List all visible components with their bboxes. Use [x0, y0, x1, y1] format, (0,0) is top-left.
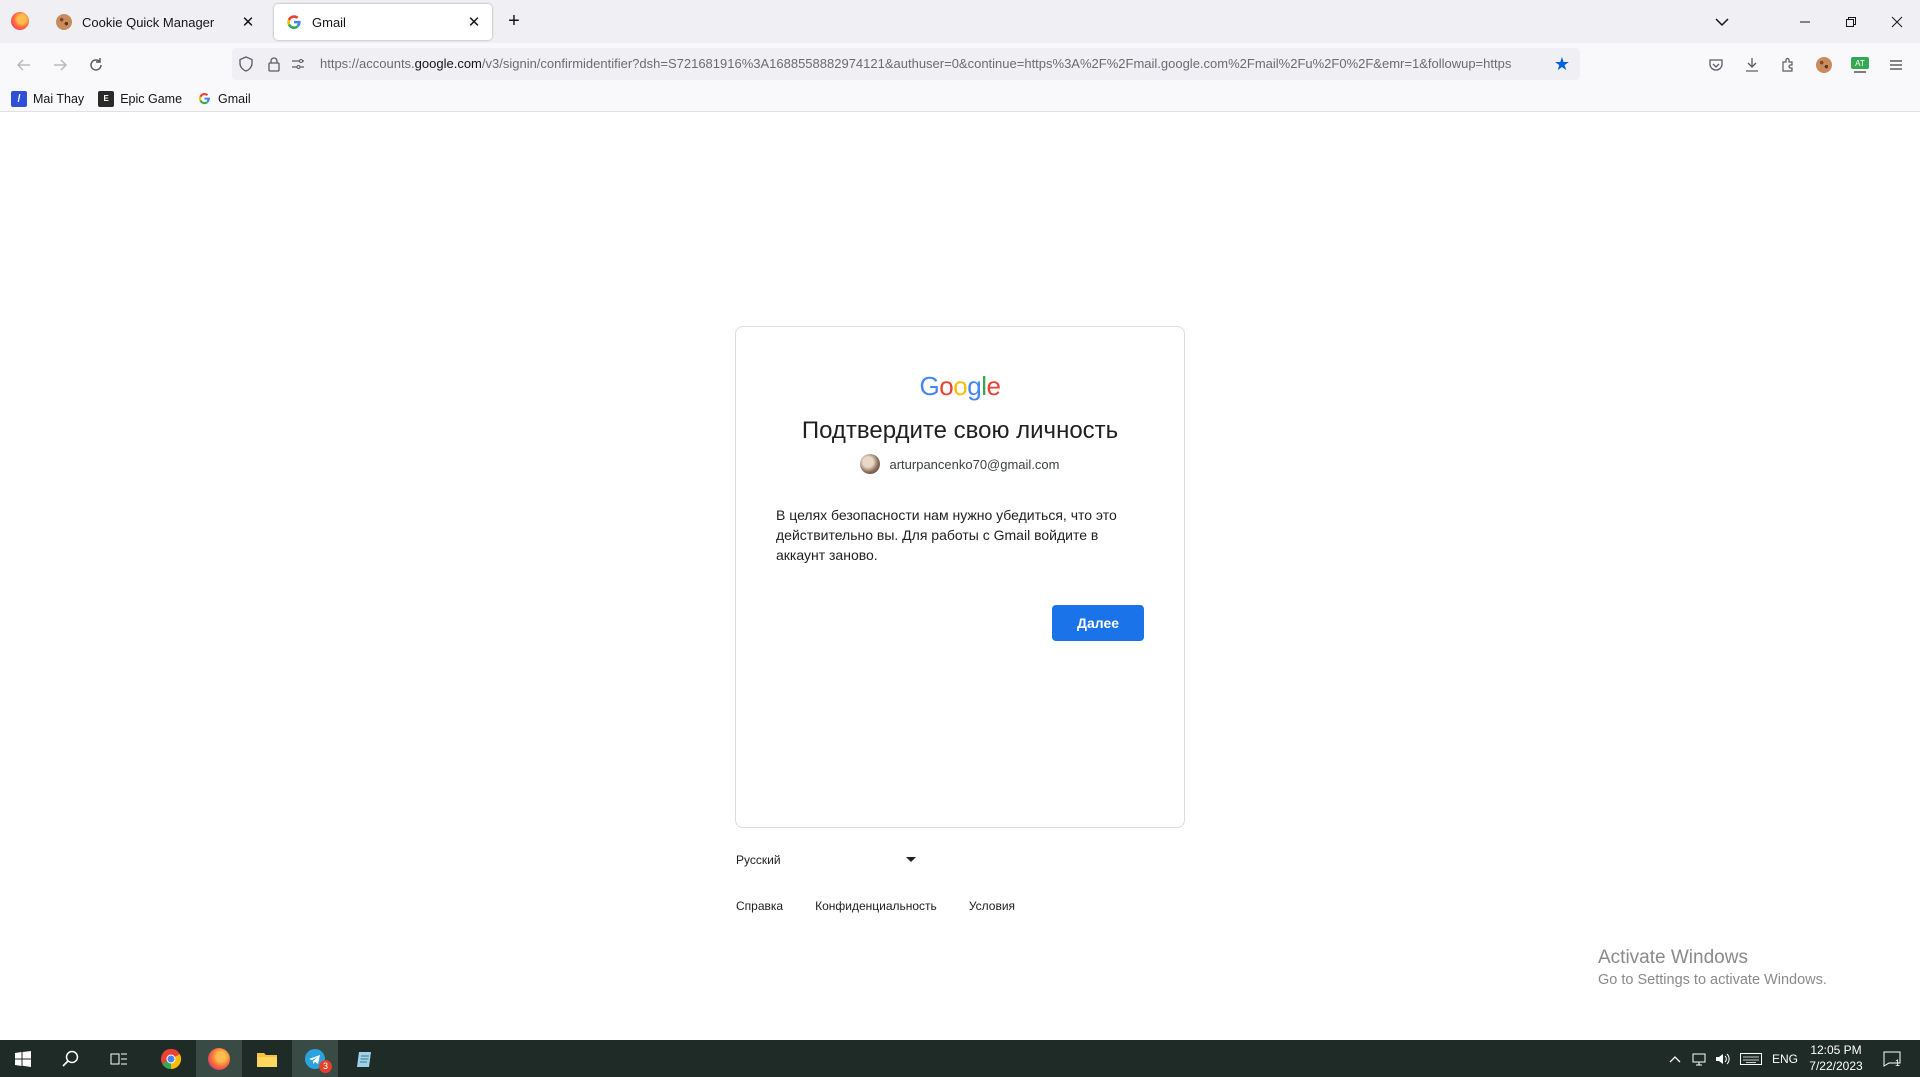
- svg-text:AT: AT: [1855, 59, 1865, 68]
- bookmark-label: Gmail: [218, 91, 251, 106]
- keyboard-icon[interactable]: [1738, 1040, 1764, 1077]
- back-arrow-icon[interactable]: [10, 51, 38, 79]
- cookie-icon: [56, 14, 72, 30]
- firefox-taskbar-icon[interactable]: [196, 1040, 242, 1077]
- firefox-logo-icon[interactable]: [11, 12, 29, 30]
- next-button[interactable]: Далее: [1052, 605, 1144, 641]
- telegram-icon[interactable]: 3: [292, 1040, 338, 1077]
- action-center-icon[interactable]: 1: [1874, 1040, 1910, 1077]
- security-description: В целях безопасности нам нужно убедиться…: [776, 507, 1117, 563]
- tab-cookie-quick-manager[interactable]: Cookie Quick Manager ✕: [44, 4, 266, 40]
- slash-icon: /: [11, 90, 27, 107]
- show-hidden-icons-chevron-icon[interactable]: [1664, 1040, 1686, 1077]
- google-g-icon: [286, 14, 302, 30]
- windows-taskbar: 3 ENG 12:05 PM 7/22/2023 1: [0, 1040, 1920, 1077]
- language-value: Русский: [736, 853, 781, 867]
- translate-extension-icon[interactable]: AT: [1846, 51, 1874, 79]
- tab-title: Gmail: [312, 14, 346, 30]
- url-bar[interactable]: https://accounts.google.com/v3/signin/co…: [232, 48, 1580, 80]
- dropdown-arrow-icon: [906, 857, 916, 862]
- restore-icon[interactable]: [1828, 0, 1874, 43]
- file-explorer-icon[interactable]: [244, 1040, 290, 1077]
- lock-icon[interactable]: [264, 54, 284, 74]
- watermark-title: Activate Windows: [1598, 947, 1748, 968]
- clock-time: 12:05 PM: [1810, 1043, 1862, 1057]
- language-select[interactable]: Русский: [736, 850, 916, 870]
- tab-strip: Cookie Quick Manager ✕ Gmail ✕ +: [0, 0, 1920, 43]
- close-tab-icon[interactable]: ✕: [462, 10, 486, 34]
- hamburger-menu-icon[interactable]: [1882, 51, 1910, 79]
- bookmark-gmail[interactable]: Gmail: [196, 91, 251, 107]
- new-tab-plus-icon[interactable]: +: [502, 10, 526, 34]
- bookmark-label: Epic Game: [120, 91, 183, 106]
- notepad-icon[interactable]: [342, 1040, 388, 1077]
- bookmarks-toolbar: / Mai Thay E Epic Game Gmail: [0, 86, 1920, 112]
- watermark-subtitle: Go to Settings to activate Windows.: [1598, 972, 1827, 988]
- input-language-indicator[interactable]: ENG: [1770, 1040, 1800, 1077]
- chrome-icon[interactable]: [148, 1040, 194, 1077]
- extensions-puzzle-icon[interactable]: [1774, 51, 1802, 79]
- close-tab-icon[interactable]: ✕: [236, 10, 260, 34]
- pocket-icon[interactable]: [1702, 51, 1730, 79]
- google-logo: Google: [919, 371, 1001, 401]
- permissions-icon[interactable]: [288, 54, 308, 74]
- url-text[interactable]: https://accounts.google.com/v3/signin/co…: [320, 56, 1540, 71]
- forward-arrow-icon[interactable]: [46, 51, 74, 79]
- notification-count: 1: [1895, 1058, 1901, 1068]
- close-window-icon[interactable]: [1874, 0, 1920, 43]
- bookmark-epic-game[interactable]: E Epic Game: [98, 90, 183, 107]
- help-link[interactable]: Справка: [736, 899, 783, 913]
- search-icon[interactable]: [48, 1040, 94, 1077]
- windows-start-icon[interactable]: [0, 1040, 46, 1077]
- downloads-icon[interactable]: [1738, 51, 1766, 79]
- google-icon: [196, 91, 212, 107]
- reload-icon[interactable]: [82, 51, 110, 79]
- bookmark-label: Mai Thay: [33, 91, 85, 106]
- navigation-toolbar: https://accounts.google.com/v3/signin/co…: [0, 43, 1920, 86]
- list-all-tabs-chevron-icon[interactable]: [1710, 10, 1734, 34]
- url-path: /v3/signin/confirmidentifier?dsh=S721681…: [481, 56, 1512, 71]
- network-icon[interactable]: [1688, 1040, 1710, 1077]
- tab-title: Cookie Quick Manager: [82, 14, 215, 30]
- privacy-link[interactable]: Конфиденциальность: [815, 899, 937, 913]
- bookmark-star-icon[interactable]: ★: [1550, 52, 1574, 76]
- telegram-unread-badge: 3: [319, 1060, 332, 1073]
- system-clock[interactable]: 12:05 PM 7/22/2023: [1806, 1042, 1866, 1074]
- terms-link[interactable]: Условия: [969, 899, 1015, 913]
- page-title: Подтвердите свою личность: [801, 417, 1119, 444]
- account-chip[interactable]: arturpancenko70@gmail.com: [736, 454, 1184, 474]
- epic-icon: E: [98, 90, 115, 107]
- bookmark-mai-thay[interactable]: / Mai Thay: [11, 90, 85, 107]
- signin-card: Google Подтвердите свою личность arturpa…: [735, 326, 1185, 828]
- url-host: google.com: [414, 56, 482, 71]
- footer-links: Справка Конфиденциальность Условия: [736, 899, 1047, 913]
- tab-gmail[interactable]: Gmail ✕: [274, 4, 492, 40]
- url-prefix: https://accounts.: [320, 56, 415, 71]
- volume-icon[interactable]: [1712, 1040, 1734, 1077]
- tracking-protection-shield-icon[interactable]: [236, 54, 256, 74]
- avatar: [860, 454, 881, 474]
- clock-date: 7/22/2023: [1809, 1059, 1863, 1073]
- minimize-icon[interactable]: [1782, 0, 1828, 43]
- cookie-extension-icon[interactable]: [1810, 51, 1838, 79]
- account-email: arturpancenko70@gmail.com: [889, 456, 1060, 472]
- task-view-icon[interactable]: [96, 1040, 142, 1077]
- activate-windows-watermark: Activate Windows Go to Settings to activ…: [1598, 947, 1827, 988]
